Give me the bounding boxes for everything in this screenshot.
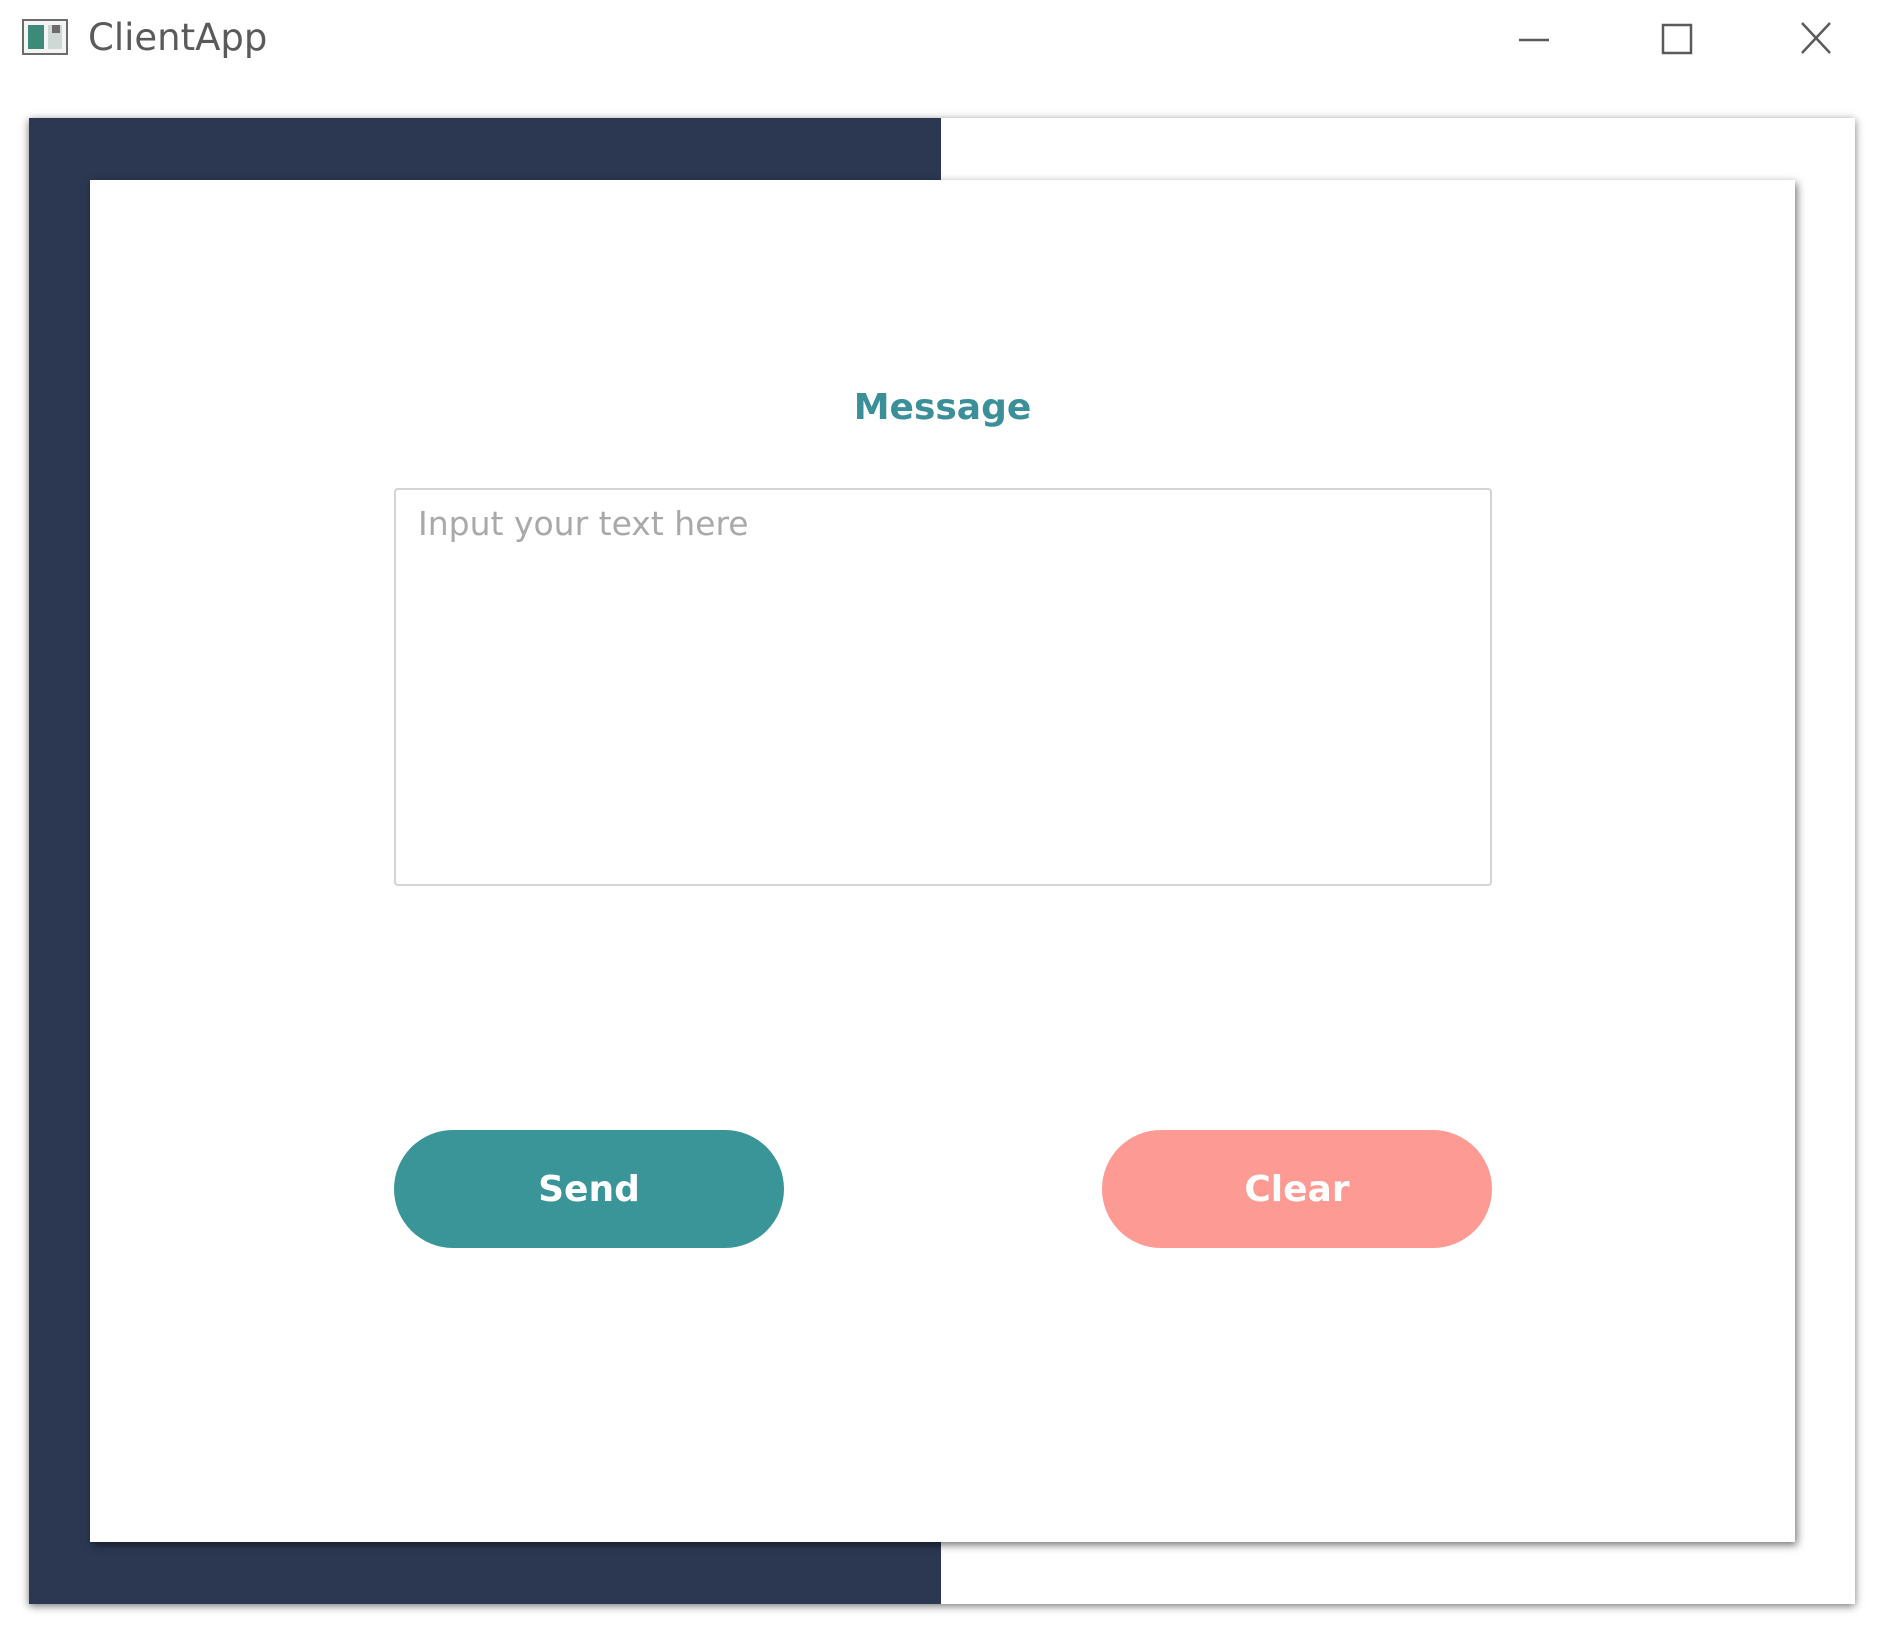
message-input[interactable] <box>394 488 1492 886</box>
app-window-icon <box>22 19 68 55</box>
maximize-button[interactable] <box>1616 0 1736 80</box>
maximize-icon <box>1661 23 1693 55</box>
close-button[interactable] <box>1758 0 1878 80</box>
minimize-icon <box>1519 38 1549 42</box>
clear-button[interactable]: Clear <box>1102 1130 1492 1248</box>
minimize-button[interactable] <box>1478 0 1598 80</box>
send-button[interactable]: Send <box>394 1130 784 1248</box>
close-icon <box>1801 22 1831 54</box>
message-label: Message <box>853 387 1032 428</box>
window-title: ClientApp <box>88 16 268 59</box>
window-content: Message Send Clear <box>29 118 1855 1604</box>
message-card: Message Send Clear <box>90 180 1795 1542</box>
title-bar: ClientApp <box>0 0 1885 84</box>
